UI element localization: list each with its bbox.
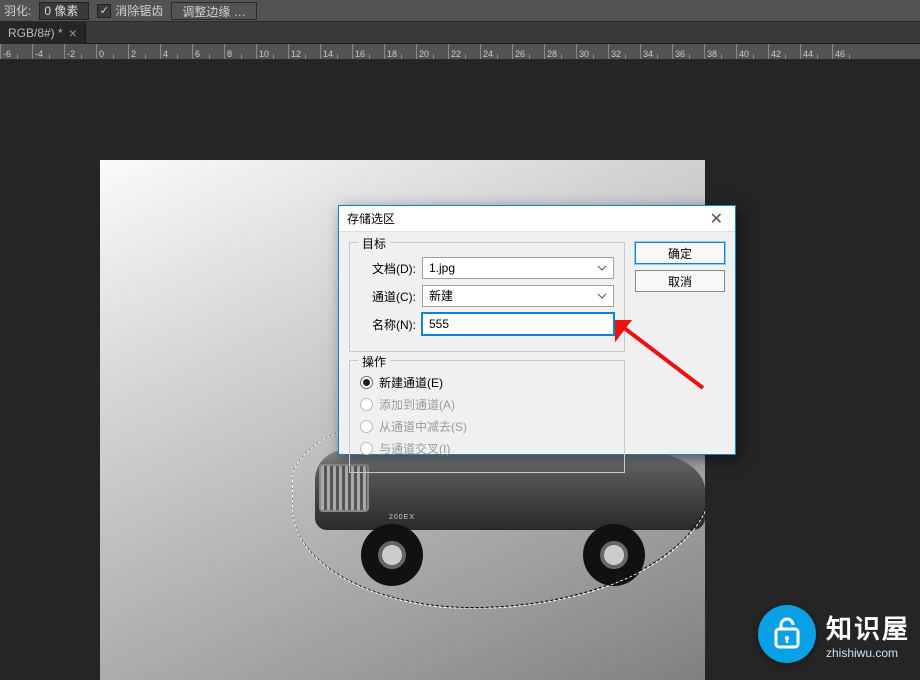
cancel-button[interactable]: 取消 (635, 270, 725, 292)
operation-legend: 操作 (358, 353, 390, 370)
ruler-tick: -6 (0, 44, 32, 60)
radio-icon (360, 398, 373, 411)
feather-input[interactable] (39, 2, 89, 20)
ruler-tick: 22 (448, 44, 480, 60)
document-select[interactable]: 1.jpg (422, 257, 614, 279)
watermark: 知识屋 zhishiwu.com (758, 605, 910, 663)
ruler-tick: 38 (704, 44, 736, 60)
canvas-area[interactable]: 200EX 存储选区 ✕ 目标 文档(D): 1.jpg 通 (0, 60, 920, 677)
ruler-tick: 36 (672, 44, 704, 60)
operation-radio-2: 从通道中减去(S) (360, 418, 614, 435)
document-tab-bar: RGB/8#) * × (0, 22, 920, 44)
name-label: 名称(N): (360, 316, 416, 333)
channel-label: 通道(C): (360, 288, 416, 305)
ruler-tick: 30 (576, 44, 608, 60)
ruler-tick: 20 (416, 44, 448, 60)
radio-icon (360, 442, 373, 455)
ruler-tick: 28 (544, 44, 576, 60)
antialias-label: 消除锯齿 (115, 2, 163, 19)
watermark-url: zhishiwu.com (826, 646, 910, 660)
operation-fieldset: 操作 新建通道(E)添加到通道(A)从通道中减去(S)与通道交叉(I) (349, 360, 625, 473)
save-selection-dialog: 存储选区 ✕ 目标 文档(D): 1.jpg 通道(C): 新建 (338, 205, 736, 455)
ruler-tick: 32 (608, 44, 640, 60)
document-tab-title: RGB/8#) * (8, 26, 63, 40)
horizontal-ruler: -6-4-20246810121416182022242628303234363… (0, 44, 920, 60)
ruler-tick: 42 (768, 44, 800, 60)
radio-icon (360, 376, 373, 389)
ruler-tick: 4 (160, 44, 192, 60)
dialog-title: 存储选区 (347, 210, 395, 227)
ruler-tick: 46 (832, 44, 864, 60)
ruler-tick: 8 (224, 44, 256, 60)
operation-radio-1: 添加到通道(A) (360, 396, 614, 413)
operation-radio-label: 从通道中减去(S) (379, 418, 467, 435)
check-icon: ✓ (97, 4, 111, 18)
destination-legend: 目标 (358, 235, 390, 252)
operation-radio-label: 新建通道(E) (379, 374, 443, 391)
ruler-tick: 18 (384, 44, 416, 60)
ruler-tick: 34 (640, 44, 672, 60)
operation-radio-label: 添加到通道(A) (379, 396, 455, 413)
ruler-tick: 2 (128, 44, 160, 60)
refine-edge-button[interactable]: 调整边缘 … (171, 2, 256, 20)
ruler-tick: 14 (320, 44, 352, 60)
channel-select[interactable]: 新建 (422, 285, 614, 307)
close-icon[interactable]: ✕ (706, 209, 727, 229)
ruler-tick: 24 (480, 44, 512, 60)
ruler-tick: 40 (736, 44, 768, 60)
watermark-cn: 知识屋 (826, 609, 910, 646)
operation-radio-3: 与通道交叉(I) (360, 440, 614, 457)
ruler-tick: 6 (192, 44, 224, 60)
ruler-tick: -4 (32, 44, 64, 60)
ruler-tick: 26 (512, 44, 544, 60)
ruler-tick: 0 (96, 44, 128, 60)
radio-icon (360, 420, 373, 433)
watermark-logo-icon (758, 605, 816, 663)
destination-fieldset: 目标 文档(D): 1.jpg 通道(C): 新建 名称( (349, 242, 625, 352)
car-badge-text: 200EX (389, 514, 415, 521)
ruler-tick: 16 (352, 44, 384, 60)
ok-button[interactable]: 确定 (635, 242, 725, 264)
operation-radio-label: 与通道交叉(I) (379, 440, 450, 457)
ruler-tick: -2 (64, 44, 96, 60)
close-icon[interactable]: × (69, 25, 77, 41)
document-tab[interactable]: RGB/8#) * × (0, 22, 86, 44)
ruler-tick: 10 (256, 44, 288, 60)
ruler-tick: 44 (800, 44, 832, 60)
operation-radio-0[interactable]: 新建通道(E) (360, 374, 614, 391)
document-label: 文档(D): (360, 260, 416, 277)
dialog-titlebar[interactable]: 存储选区 ✕ (339, 206, 735, 232)
antialias-checkbox[interactable]: ✓ 消除锯齿 (97, 2, 163, 19)
name-input[interactable] (422, 313, 614, 335)
options-bar: 羽化: ✓ 消除锯齿 调整边缘 … (0, 0, 920, 22)
ruler-tick: 12 (288, 44, 320, 60)
feather-label: 羽化: (4, 2, 31, 19)
